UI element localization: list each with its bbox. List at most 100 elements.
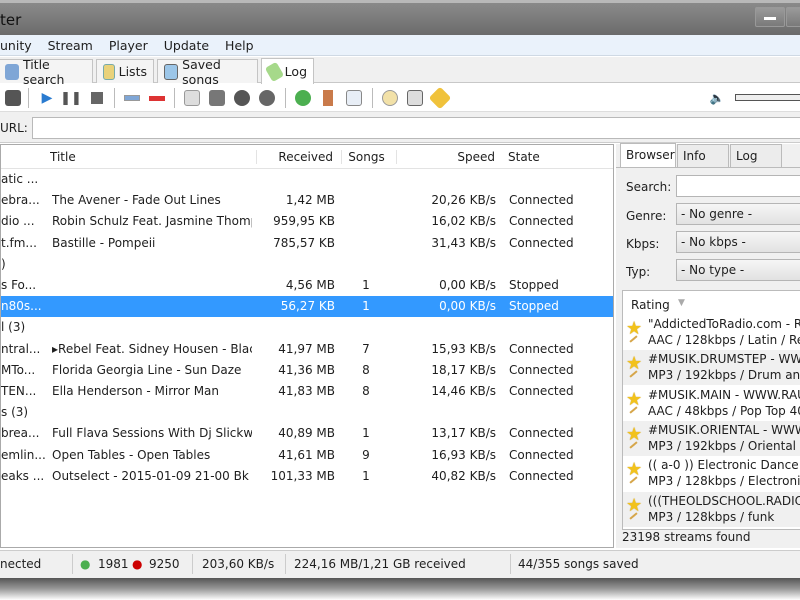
star-icon: ★ <box>626 423 643 445</box>
volume-icon[interactable]: 🔈 <box>708 89 726 107</box>
stream-info: MP3 / 128kbps / funk <box>648 509 775 524</box>
tab-browser-log[interactable]: Log <box>730 144 782 167</box>
title-bar: ter <box>0 0 800 35</box>
tab-title-search[interactable]: Title search <box>0 57 93 87</box>
stream-name: ebra... <box>1 193 40 208</box>
column-title[interactable]: Title <box>50 150 76 164</box>
export-icon[interactable] <box>345 89 363 107</box>
stream-name: l (3) <box>1 320 26 335</box>
table-row[interactable]: eaks ... Outselect - 2015-01-09 21-00 Bk … <box>1 466 613 487</box>
song-title: Florida Georgia Line - Sun Daze <box>52 362 242 377</box>
song-title: Ella Henderson - Mirror Man <box>52 384 220 398</box>
record-icon: ● <box>132 557 143 571</box>
type-select[interactable]: - No type - <box>676 259 800 281</box>
table-row[interactable]: n80s... 56,27 KB 1 0,00 KB/s Stopped <box>1 296 613 318</box>
menu-community[interactable]: unity <box>0 35 40 55</box>
table-row[interactable]: ntral... ▸Rebel Feat. Sidney Housen - Bla… <box>1 339 613 360</box>
speed: 40,82 KB/s <box>431 468 496 483</box>
speed: 14,46 KB/s <box>431 384 496 398</box>
type-label: Typ: <box>626 265 651 279</box>
settings-icon[interactable] <box>406 89 424 107</box>
speed: 16,02 KB/s <box>431 214 496 229</box>
menu-stream[interactable]: Stream <box>40 35 101 55</box>
received: 785,57 KB <box>273 235 335 250</box>
speed: 16,93 KB/s <box>431 447 496 462</box>
play-icon[interactable]: ▶ <box>38 89 56 107</box>
state: Connected <box>509 214 574 229</box>
menu-player[interactable]: Player <box>101 35 156 55</box>
received: 4,56 MB <box>285 278 335 292</box>
tab-info[interactable]: Info <box>677 144 729 167</box>
stop-icon[interactable] <box>88 89 106 107</box>
songs: 1 <box>362 278 370 292</box>
table-row[interactable]: brea... Full Flava Sessions With Dj Slick… <box>1 423 613 444</box>
table-row[interactable]: t.fm... Bastille - Pompeii 785,57 KB 31,43 … <box>1 233 613 254</box>
minimize-button[interactable] <box>755 7 785 27</box>
stream-name: (((THEOLDSCHOOL.RADIO) <box>648 493 800 508</box>
maximize-button[interactable] <box>786 7 800 27</box>
genre-label: Genre: <box>626 209 667 223</box>
menu-update[interactable]: Update <box>156 35 217 55</box>
group-row[interactable]: s (3) <box>1 402 613 423</box>
stream-item[interactable]: ★ #MUSIK.DRUMSTEP - WWW MP3 / 192kbps / Dr… <box>623 350 800 386</box>
timer-icon[interactable] <box>381 89 399 107</box>
stream-name: eaks ... <box>1 468 45 483</box>
table-row[interactable]: TEN... Ella Henderson - Mirror Man 41,83 M… <box>1 381 613 402</box>
table-row[interactable]: dio ... Robin Schulz Feat. Jasmine Thomp.… <box>1 211 613 232</box>
broom-icon[interactable] <box>428 86 452 110</box>
gift-icon[interactable] <box>208 89 226 107</box>
sort-rating[interactable]: Rating <box>631 298 670 312</box>
stream-name: #MUSIK.DRUMSTEP - WWW <box>648 352 800 367</box>
tab-saved-songs[interactable]: Saved songs <box>157 57 258 87</box>
menu-help[interactable]: Help <box>217 35 262 55</box>
refresh-icon[interactable] <box>258 89 276 107</box>
speed: 18,17 KB/s <box>431 362 496 377</box>
group-row[interactable]: atic ... <box>1 169 613 190</box>
tab-log[interactable]: Log <box>261 58 314 84</box>
column-received[interactable]: Received <box>256 150 333 164</box>
genre-select[interactable]: - No genre - <box>676 203 800 225</box>
table-row[interactable]: emlin... Open Tables - Open Tables 41,61 M… <box>1 445 613 466</box>
copy-icon[interactable] <box>183 89 201 107</box>
web-icon[interactable] <box>294 89 312 107</box>
speed: 20,26 KB/s <box>431 193 496 208</box>
speed: 31,43 KB/s <box>431 235 496 250</box>
stream-item[interactable]: ★ #MUSIK.ORIENTAL - WWW MP3 / 192kbps / Or… <box>623 420 800 456</box>
search-input[interactable] <box>676 175 800 197</box>
table-row[interactable]: s Fo... 4,56 MB 1 0,00 KB/s Stopped <box>1 275 613 296</box>
group-row[interactable]: ) <box>1 254 613 275</box>
column-speed[interactable]: Speed <box>396 150 495 164</box>
recording-count: 9250 <box>149 557 180 571</box>
song-title: Full Flava Sessions With Dj Slickwill... <box>52 426 252 441</box>
stream-item[interactable]: ★ "AddictedToRadio.com - Reg AAC / 128kbps… <box>623 315 800 350</box>
column-songs[interactable]: Songs <box>341 150 391 164</box>
received: 40,89 MB <box>278 426 335 441</box>
url-label: URL: <box>0 121 28 135</box>
tab-browser[interactable]: Browser <box>620 143 676 168</box>
stream-name: brea... <box>1 426 40 441</box>
remove-icon[interactable] <box>148 89 166 107</box>
url-input[interactable] <box>32 117 800 139</box>
rename-icon[interactable] <box>123 89 141 107</box>
stream-item[interactable]: ★(( a-0 )) Electronic Dance MP3 / 128kbps… <box>623 456 800 491</box>
search-icon <box>5 63 19 80</box>
tab-lists[interactable]: Lists <box>96 59 154 83</box>
stream-icon[interactable] <box>4 89 22 107</box>
sort-down-icon: ▼ <box>678 298 685 308</box>
table-row[interactable]: ebra... The Avener - Fade Out Lines 1,42 M… <box>1 190 613 211</box>
log-icon <box>264 61 284 82</box>
group-row[interactable]: l (3) <box>1 317 613 338</box>
pause-icon[interactable]: ❚❚ <box>60 89 82 107</box>
speaker-icon[interactable] <box>319 89 337 107</box>
songs: 8 <box>362 362 370 377</box>
block-icon[interactable] <box>233 89 251 107</box>
stream-item[interactable]: ★ #MUSIK.MAIN - WWW.RAU AAC / 48kbps / Pop… <box>623 386 800 421</box>
stream-item[interactable]: ★ (((THEOLDSCHOOL.RADIO) MP3 / 128kbps / f… <box>623 491 800 527</box>
songs: 9 <box>362 447 370 462</box>
kbps-select[interactable]: - No kbps - <box>676 231 800 253</box>
state: Stopped <box>509 299 559 314</box>
column-state[interactable]: State <box>508 150 540 164</box>
table-row[interactable]: MTo... Florida Georgia Line - Sun Daze 41,… <box>1 360 613 381</box>
volume-slider[interactable] <box>735 94 800 101</box>
state: Connected <box>509 235 574 250</box>
